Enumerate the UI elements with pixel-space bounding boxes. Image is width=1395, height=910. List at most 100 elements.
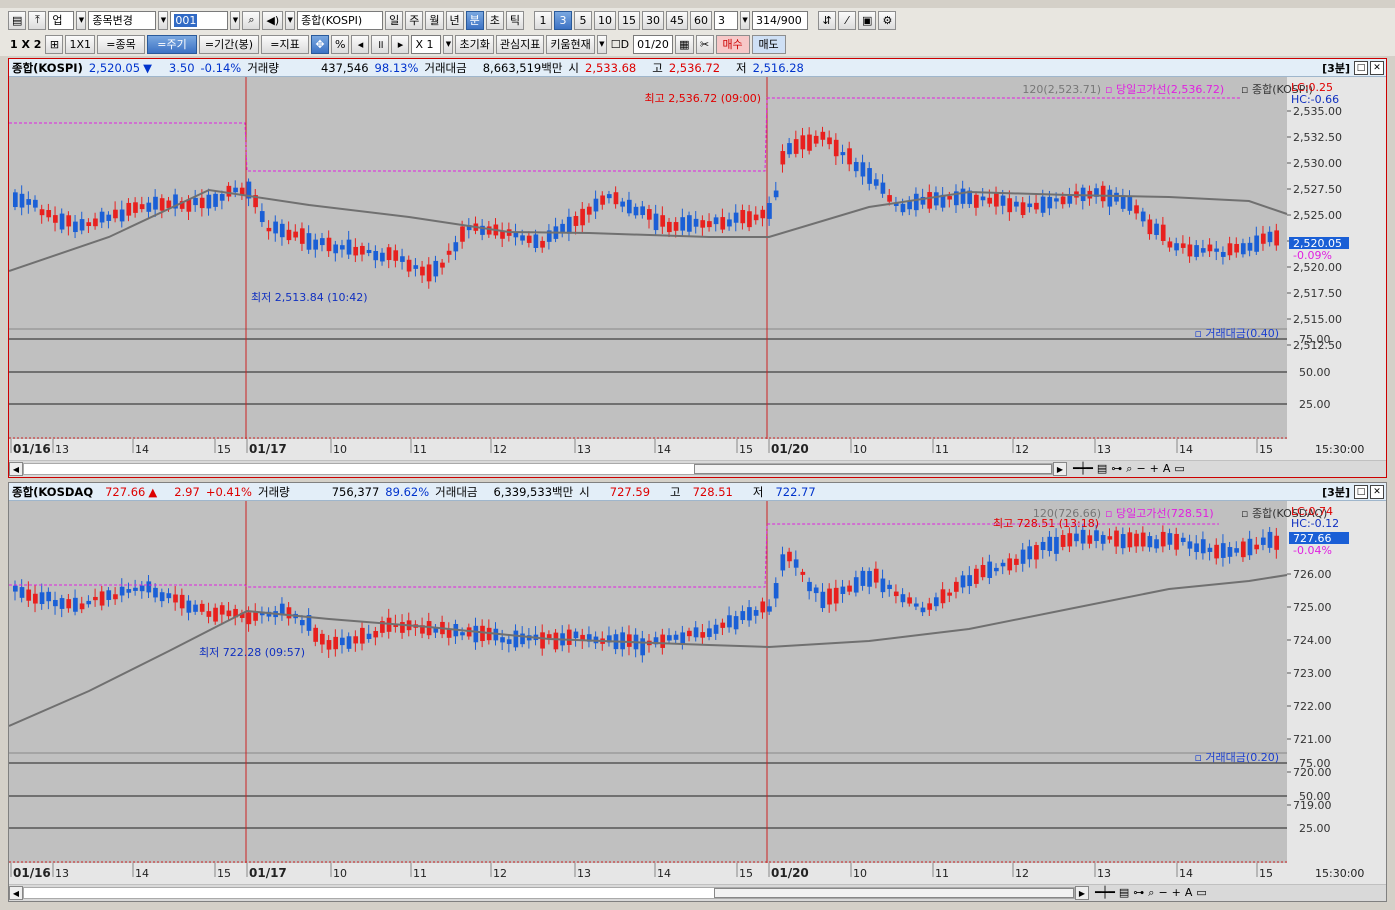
text-icon[interactable]: A [1185,886,1193,900]
candle-body [1047,196,1053,209]
next-icon[interactable]: ▸ [391,34,410,54]
kosdaq-high: 728.51 [692,484,733,499]
zoom-icon[interactable]: ⌕ [1148,886,1154,900]
minute-10-button[interactable]: 10 [594,10,617,30]
scroll-left-icon[interactable]: ◀ [9,886,23,900]
zoom-in-icon[interactable]: + [1150,462,1159,476]
speaker-icon[interactable]: ◀) [262,10,284,30]
gear-icon[interactable]: ⚙ [878,10,897,30]
minute-3-button[interactable]: 3 [554,10,573,30]
x-tick-label: 13 [1097,443,1111,456]
minute-1-button[interactable]: 1 [534,10,553,30]
range-sync-button[interactable]: =기간(봉) [199,34,259,54]
maximize-icon[interactable]: □ [1354,485,1368,499]
market-type-dropdown-icon[interactable]: ▼ [76,10,87,30]
kosdaq-scroll-thumb[interactable] [714,888,1074,898]
date-checkbox[interactable]: ☐D [609,38,631,51]
zoom-out-icon[interactable]: − [1158,886,1167,900]
minute-15-button[interactable]: 15 [618,10,641,30]
scroll-right-icon[interactable]: ▶ [1075,886,1089,900]
candle-body [820,131,826,140]
kosdaq-chart-canvas[interactable]: 726.00725.00724.00723.00722.00721.00720.… [9,501,1386,884]
prev-icon[interactable]: ◂ [351,34,370,54]
grid-icon[interactable]: ⊞ [45,34,64,54]
indicator-sync-button[interactable]: =지표 [261,34,309,54]
reset-button[interactable]: 초기화 [455,34,494,54]
period-minute-button[interactable]: 분 [465,10,484,30]
range-field[interactable]: 314/900 [752,10,809,30]
period-year-button[interactable]: 년 [445,10,464,30]
chart-tool-icon[interactable]: ⇵ [818,10,837,30]
link-icon[interactable]: ⊶ [1133,886,1144,900]
maximize-icon[interactable]: □ [1354,61,1368,75]
pin-icon[interactable]: ⤒ [28,10,47,30]
period-week-button[interactable]: 주 [405,10,424,30]
text-icon[interactable]: A [1163,462,1171,476]
minute-45-button[interactable]: 45 [666,10,689,30]
minute-30-button[interactable]: 30 [642,10,665,30]
chart-window-icon[interactable]: ▤ [8,10,27,30]
percent-button[interactable]: % [331,34,350,54]
layout-1x1-button[interactable]: 1X1 [65,34,95,54]
period-month-button[interactable]: 월 [425,10,444,30]
candle-body [707,221,712,228]
count-dropdown-icon[interactable]: ▼ [740,10,751,30]
close-icon[interactable]: ✕ [1370,61,1384,75]
zoom-out-icon[interactable]: − [1136,462,1145,476]
item-change-select[interactable]: 종목변경 [88,10,157,30]
data-table-icon[interactable]: ▤ [1097,462,1107,476]
kiwoom-current-button[interactable]: 키움현재 [546,34,595,54]
calendar-icon[interactable]: ▦ [675,34,694,54]
kiwoom-dropdown-icon[interactable]: ▼ [596,34,607,54]
scroll-left-icon[interactable]: ◀ [9,462,23,476]
buy-button[interactable]: 매수 [715,34,750,54]
search-icon[interactable]: ⌕ [242,10,261,30]
sell-button[interactable]: 매도 [751,34,786,54]
zoom-select[interactable]: X 1 [411,34,442,54]
data-table-icon[interactable]: ▤ [1119,886,1129,900]
watch-indicator-button[interactable]: 관심지표 [495,34,545,54]
x-tick-label: 15 [739,443,753,456]
speaker-dropdown-icon[interactable]: ▼ [285,10,296,30]
zoom-dropdown-icon[interactable]: ▼ [443,34,454,54]
candle-body [26,199,32,205]
day-high-line-label: ▫ 당일고가선(728.51) [1105,506,1214,520]
period-tick-button[interactable]: 틱 [505,10,525,30]
minute-60-button[interactable]: 60 [690,10,713,30]
code-dropdown-icon[interactable]: ▼ [230,10,241,30]
scissors-icon[interactable]: ✂ [695,34,714,54]
market-type-select[interactable]: 업 [48,10,75,30]
candle-body [727,615,732,628]
pause-icon[interactable]: ॥ [371,34,390,54]
count-input[interactable]: 3 [714,10,739,30]
zoom-icon[interactable]: ⌕ [1126,462,1132,476]
window-icon[interactable]: ▭ [1174,462,1184,476]
code-input[interactable]: 001 [170,10,229,30]
trend-line-icon[interactable]: ⁄ [838,10,857,30]
item-sync-button[interactable]: =종목 [97,34,145,54]
date-input[interactable]: 01/20 [633,34,674,54]
candle-body [540,240,545,248]
scroll-right-icon[interactable]: ▶ [1053,462,1067,476]
slider-icon[interactable]: ━┿━ [1095,886,1115,900]
period-second-button[interactable]: 초 [485,10,504,30]
kospi-chart-canvas[interactable]: 2,535.00 2,532.50 2,530.00 2,527.50 2,525.00… [9,77,1386,460]
x-tick-label: 01/16 [13,442,51,456]
save-icon[interactable]: ▣ [858,10,877,30]
minute-5-button[interactable]: 5 [574,10,593,30]
period-day-button[interactable]: 일 [385,10,404,30]
period-sync-button[interactable]: =주기 [147,34,197,54]
link-icon[interactable]: ⊶ [1111,462,1122,476]
window-icon[interactable]: ▭ [1196,886,1206,900]
kospi-low: 2,516.28 [752,60,804,75]
kospi-scrollbar[interactable] [23,463,1053,475]
close-icon[interactable]: ✕ [1370,485,1384,499]
kosdaq-scrollbar[interactable] [23,887,1075,899]
layout-label[interactable]: 1 X 2 [8,38,43,51]
candle-body [1120,534,1126,549]
kospi-scroll-thumb[interactable] [694,464,1052,474]
item-change-dropdown-icon[interactable]: ▼ [158,10,169,30]
slider-icon[interactable]: ━┿━ [1073,462,1093,476]
zoom-in-icon[interactable]: + [1172,886,1181,900]
crosshair-icon[interactable]: ✥ [311,34,329,54]
